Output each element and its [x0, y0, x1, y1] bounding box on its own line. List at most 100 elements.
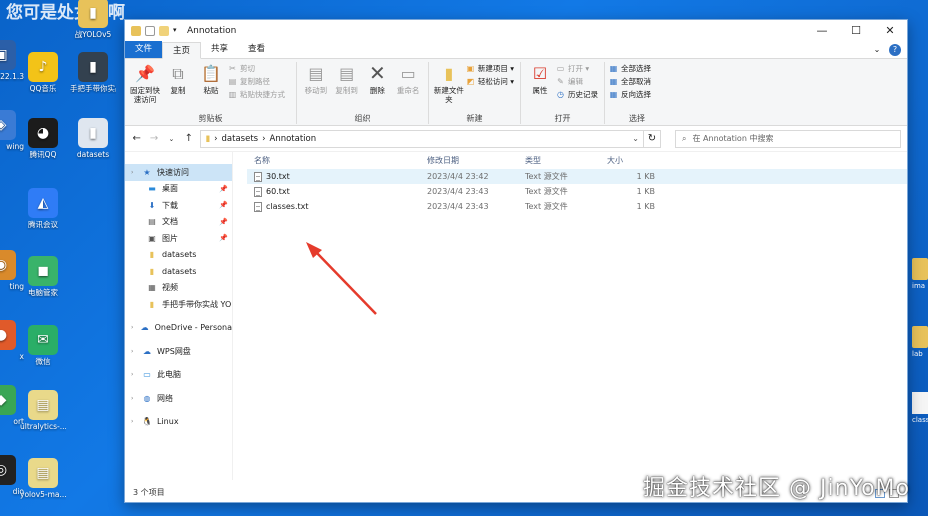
nav-item[interactable]: ▮ datasets [125, 247, 232, 264]
desktop-icon[interactable]: ▮ datasets [70, 118, 116, 160]
paste-shortcut-icon: ▥ [228, 90, 237, 99]
desktop-icon[interactable]: ▤ yolov5-ma... [20, 458, 66, 500]
meeting-icon: ◭ [28, 188, 58, 218]
file-row[interactable]: 30.txt 2023/4/4 23:42 Text 源文件 1 KB [247, 169, 907, 184]
chevron-right-icon[interactable]: › [131, 371, 137, 378]
tab-home[interactable]: 主页 [162, 42, 202, 59]
paste-shortcut-button[interactable]: ▥ 粘贴快捷方式 [228, 89, 285, 100]
move-to-icon: ▤ [308, 63, 324, 83]
tab-share[interactable]: 共享 [201, 41, 238, 58]
properties-icon: ☑ [532, 63, 548, 83]
nav-item[interactable]: › ☁ OneDrive - Persona [125, 320, 232, 337]
file-row[interactable]: classes.txt 2023/4/4 23:43 Text 源文件 1 KB [247, 199, 907, 214]
forward-arrow-icon[interactable]: → [148, 133, 159, 144]
new-folder-quick-icon[interactable] [159, 26, 169, 36]
scissors-icon: ✂ [229, 64, 236, 73]
edit-icon: ✎ [557, 77, 564, 86]
nav-item[interactable]: ▬ 桌面 📌 [125, 181, 232, 198]
history-icon: ◷ [557, 90, 564, 99]
nav-item[interactable]: ▮ 手把手带你实战 YO [125, 296, 232, 313]
chevron-right-icon[interactable]: › [131, 348, 137, 355]
desktop-icon[interactable]: ▤ ultralytics-... [20, 390, 66, 432]
chevron-right-icon[interactable]: › [131, 324, 135, 331]
text-file-icon [254, 201, 262, 212]
computer-icon: ▭ [143, 370, 151, 380]
address-bar[interactable]: ▮ › datasets › Annotation ⌄ [200, 129, 644, 148]
picture-icon: ▣ [148, 233, 156, 243]
desktop-icon[interactable]: ♪ QQ音乐 [20, 52, 66, 94]
desktop-icon[interactable]: ◭ 腾讯会议 [20, 188, 66, 230]
nav-item-label: 下载 [162, 200, 178, 210]
open-button[interactable]: ▭ 打开 ▾ [556, 63, 598, 74]
new-item-icon: ▣ [466, 64, 475, 73]
nav-item[interactable]: › 🐧 Linux [125, 414, 232, 431]
window-title: Annotation [187, 26, 237, 36]
chevron-right-icon[interactable]: › [131, 169, 137, 176]
chevron-down-icon[interactable]: ▾ [173, 26, 179, 36]
select-all-button[interactable]: ▦ 全部选择 [609, 63, 651, 74]
chevron-down-icon[interactable]: ⌄ [166, 135, 177, 143]
cut-button[interactable]: ✂ 剪切 [228, 63, 285, 74]
copy-path-label: 复制路径 [240, 77, 270, 86]
nav-item[interactable]: ▣ 图片 📌 [125, 230, 232, 247]
nav-item[interactable]: ▤ 文档 📌 [125, 214, 232, 231]
chevron-down-icon[interactable]: ⌄ [632, 134, 639, 143]
desktop-icon[interactable]: lab [912, 326, 928, 358]
tab-file[interactable]: 文件 [125, 41, 163, 58]
breadcrumb-datasets[interactable]: datasets [222, 134, 259, 144]
desktop-icon[interactable]: ▮ 手把手带你实战YOLOv8 [70, 52, 116, 94]
file-list: 名称 修改日期 类型 大小 30.txt 2023/4/4 23:42 Text 源… [233, 152, 907, 480]
breadcrumb-annotation[interactable]: Annotation [270, 134, 317, 144]
history-button[interactable]: ◷ 历史记录 [556, 89, 598, 100]
desktop-icon[interactable]: ima [912, 258, 928, 290]
edit-button[interactable]: ✎ 编辑 [556, 76, 598, 87]
up-arrow-icon[interactable]: ↑ [183, 133, 194, 144]
minimize-button[interactable]: — [805, 20, 839, 42]
column-header-date[interactable]: 修改日期 [427, 155, 525, 166]
ribbon-tabs: 文件 主页 共享 查看 ⌄ ? [125, 41, 907, 59]
properties-quick-icon[interactable] [145, 26, 155, 36]
nav-item[interactable]: ⬇ 下载 📌 [125, 197, 232, 214]
pin-icon: 📌 [219, 201, 228, 210]
invert-selection-button[interactable]: ▦ 反向选择 [609, 89, 651, 100]
nav-item-label: datasets [162, 266, 197, 276]
new-item-button[interactable]: ▣ 新建项目 ▾ [466, 63, 514, 74]
desktop-icon-label: 腾讯会议 [28, 220, 58, 229]
column-header-type[interactable]: 类型 [525, 155, 607, 166]
column-header-size[interactable]: 大小 [607, 155, 659, 166]
desktop-icon[interactable]: ✉ 微信 [20, 325, 66, 367]
desktop-icon[interactable]: ◼ 电脑管家 [20, 256, 66, 298]
linux-icon: 🐧 [142, 417, 152, 427]
nav-item[interactable]: › ☁ WPS网盘 [125, 343, 232, 360]
nav-item-label: 此电脑 [157, 370, 181, 380]
back-arrow-icon[interactable]: ← [131, 133, 142, 144]
app-icon: ● [0, 320, 16, 350]
column-header-name[interactable]: 名称 [247, 155, 427, 166]
chevron-right-icon[interactable]: › [131, 395, 137, 402]
nav-item[interactable]: › ★ 快速访问 [125, 164, 232, 181]
nav-item[interactable]: › ▭ 此电脑 [125, 367, 232, 384]
help-icon[interactable]: ? [889, 44, 901, 56]
nav-item[interactable]: › ◍ 网络 [125, 390, 232, 407]
nav-item[interactable]: ▮ datasets [125, 263, 232, 280]
file-row[interactable]: 60.txt 2023/4/4 23:43 Text 源文件 1 KB [247, 184, 907, 199]
tab-view[interactable]: 查看 [238, 41, 275, 58]
desktop-icon-label: 手把手带你实战YOLOv8 [70, 84, 116, 93]
desktop-icon[interactable]: class [912, 392, 928, 424]
desktop-icon[interactable]: ◕ 腾讯QQ [20, 118, 66, 160]
easy-access-button[interactable]: ◩ 轻松访问 ▾ [466, 76, 514, 87]
refresh-button[interactable]: ↻ [643, 129, 661, 148]
maximize-button[interactable]: ☐ [839, 20, 873, 42]
chevron-right-icon[interactable]: › [131, 418, 137, 425]
zip-icon: ▤ [28, 458, 58, 488]
desktop-icon[interactable]: ▮ 战YOLOv5 [70, 0, 116, 40]
nav-item[interactable]: ▦ 视频 [125, 280, 232, 297]
chevron-down-icon[interactable]: ⌄ [871, 44, 883, 56]
new-folder-icon: ▮ [444, 63, 454, 83]
close-button[interactable]: ✕ [873, 20, 907, 42]
copy-path-button[interactable]: ▤ 复制路径 [228, 76, 285, 87]
search-input[interactable]: ⌕ 在 Annotation 中搜索 [675, 129, 901, 148]
delete-label: 删除 [369, 86, 385, 95]
select-none-button[interactable]: ▦ 全部取消 [609, 76, 651, 87]
file-size: 1 KB [636, 187, 655, 196]
